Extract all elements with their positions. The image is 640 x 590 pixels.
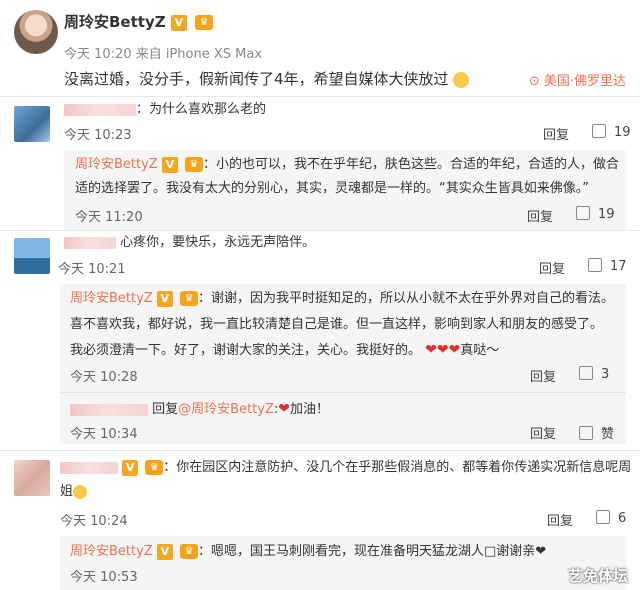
watermark: 艺免体坛 xyxy=(567,567,628,585)
reply-time: 今天 11:20 xyxy=(75,210,143,225)
author-name[interactable]: 周玲安BettyZ xyxy=(64,13,166,31)
reply-line: 周玲安BettyZ V ♛ ：谢谢，因为我平时挺知足的，所以从小就不太在乎外界对自… xyxy=(70,287,614,311)
member-crown-icon: ♛ xyxy=(185,157,203,172)
reply-text: ：谢谢，因为我平时挺知足的，所以从小就不太在乎外界对自己的看法。 xyxy=(198,291,615,306)
reply-prefix: 回复 xyxy=(152,402,179,417)
comment-text: ：为什么喜欢那么老的 xyxy=(136,102,267,117)
praise-button[interactable]: 赞 xyxy=(579,423,614,442)
post-author[interactable]: 周玲安BettyZ V ♛ xyxy=(64,11,214,32)
member-crown-icon: ♛ xyxy=(145,460,164,475)
comment-time: 今天 10:23 xyxy=(64,128,132,143)
reply-line: 周玲安BettyZ V ♛ ：小的也可以，我不在乎年纪，肤色这些。合适的年纪，合适… xyxy=(75,153,619,177)
verified-badge-icon: V xyxy=(156,543,173,560)
member-crown-icon: ♛ xyxy=(195,15,214,30)
thumbs-up-icon xyxy=(596,510,610,524)
reply-button[interactable]: 回复 xyxy=(530,423,556,442)
location-pin-icon: ⊙ xyxy=(528,74,540,89)
reply-text: 加油！ xyxy=(290,402,330,417)
verified-badge-icon: V xyxy=(122,459,139,476)
thumbs-up-icon xyxy=(592,124,606,138)
crying-emoji-icon xyxy=(453,71,470,88)
heart-icon: ❤ xyxy=(278,401,290,417)
comment-text-end: 姐 xyxy=(60,484,74,499)
like-count: 3 xyxy=(601,367,610,382)
reply-text-line3: 我必须澄清一下。好了，谢谢大家的关注，关心。我挺好的。 xyxy=(70,343,422,358)
thumbs-up-icon xyxy=(579,426,593,440)
author-avatar[interactable] xyxy=(14,10,58,54)
comment-text: ：你在园区内注意防护、没几个在乎那些假消息的、都等着你传递实况新信息呢周 xyxy=(163,460,632,475)
divider xyxy=(60,392,626,393)
divider xyxy=(0,96,640,97)
reply-text-cont: 适的选择罢了。我没有太大的分别心，其实，灵魂都是一样的。“其实众生皆具如来佛像。… xyxy=(75,181,589,196)
commenter-name[interactable] xyxy=(64,236,116,249)
reply-text-cont: 喜不喜欢我，都好说，我一直比较清楚自己是谁。但一直这样，影响到家人和朋友的感受了… xyxy=(70,317,604,332)
like-button[interactable]: 19 xyxy=(576,206,615,222)
commenter-avatar[interactable] xyxy=(14,460,50,496)
reply-time: 今天 10:53 xyxy=(70,570,138,585)
heart-icon: ❤❤❤ xyxy=(425,342,461,358)
reply-author-name[interactable]: 周玲安BettyZ xyxy=(70,544,153,559)
like-count: 17 xyxy=(610,259,627,274)
praise-label: 赞 xyxy=(601,427,615,442)
like-button[interactable]: 6 xyxy=(596,510,626,526)
member-crown-icon: ♛ xyxy=(180,544,198,559)
reply-text: ：嗯嗯，国王马刺刚看完，现在准备明天猛龙湖人□谢谢亲❤ xyxy=(198,544,547,559)
reply-button[interactable]: 回复 xyxy=(547,510,573,529)
nested-reply-line: 回复@周玲安BettyZ:❤加油！ xyxy=(70,397,329,422)
reply-line: 周玲安BettyZ V ♛ ：嗯嗯，国王马刺刚看完，现在准备明天猛龙湖人□谢谢亲❤ xyxy=(70,540,546,564)
like-button[interactable]: 17 xyxy=(588,258,627,274)
reply-button[interactable]: 回复 xyxy=(539,258,565,277)
reply-text-cont: 我必须澄清一下。好了，谢谢大家的关注，关心。我挺好的。 ❤❤❤真哒～ xyxy=(70,338,499,363)
commenter-name[interactable] xyxy=(60,461,118,474)
like-count: 19 xyxy=(614,125,631,140)
commenter-name[interactable] xyxy=(64,103,136,116)
like-button[interactable]: 3 xyxy=(579,366,609,382)
post-location[interactable]: ⊙ 美国·佛罗里达 xyxy=(529,70,626,89)
reply-text: ：小的也可以，我不在乎年纪，肤色这些。合适的年纪，合适的人，做合 xyxy=(203,157,620,172)
thumbs-up-icon xyxy=(576,206,590,220)
location-text[interactable]: 美国·佛罗里达 xyxy=(544,74,626,89)
comment-line: ：为什么喜欢那么老的 xyxy=(64,98,266,122)
like-count: 6 xyxy=(618,511,627,526)
reply-author-name[interactable]: 周玲安BettyZ xyxy=(70,291,153,306)
glasses-emoji-icon xyxy=(73,484,88,499)
like-button[interactable]: 19 xyxy=(592,124,631,140)
reply-time: 今天 10:28 xyxy=(70,370,138,385)
comment-time: 今天 10:21 xyxy=(58,262,126,277)
reply-text-end: 真哒～ xyxy=(460,343,500,358)
comment-time: 今天 10:24 xyxy=(60,514,128,529)
mention-link[interactable]: @周玲安BettyZ xyxy=(178,402,274,417)
commenter-avatar[interactable] xyxy=(14,106,50,142)
thumbs-up-icon xyxy=(579,366,593,380)
member-crown-icon: ♛ xyxy=(180,291,198,306)
reply-button[interactable]: 回复 xyxy=(543,124,569,143)
commenter-name[interactable] xyxy=(70,403,148,416)
reply-button[interactable]: 回复 xyxy=(530,366,556,385)
like-count: 19 xyxy=(598,207,615,222)
comment-line: 心疼你，要快乐，永远无声陪伴。 xyxy=(64,231,315,255)
reply-button[interactable]: 回复 xyxy=(527,206,553,225)
divider xyxy=(0,450,640,451)
commenter-avatar[interactable] xyxy=(14,238,50,274)
verified-badge-icon: V xyxy=(170,14,187,31)
post-body: 没离过婚，没分手，假新闻传了4年，希望自媒体大侠放过 xyxy=(64,70,449,88)
thumbs-up-icon xyxy=(588,258,602,272)
verified-badge-icon: V xyxy=(161,156,178,173)
comment-line: V ♛ ：你在园区内注意防护、没几个在乎那些假消息的、都等着你传递实况新信息呢周 xyxy=(60,456,631,480)
post-meta: 今天 10:20 来自 iPhone XS Max xyxy=(64,47,263,62)
comment-text: 心疼你，要快乐，永远无声陪伴。 xyxy=(120,235,316,250)
verified-badge-icon: V xyxy=(156,290,173,307)
post-text: 没离过婚，没分手，假新闻传了4年，希望自媒体大侠放过 xyxy=(64,68,470,89)
comment-text-cont: 姐 xyxy=(60,480,88,504)
reply-time: 今天 10:34 xyxy=(70,427,138,442)
reply-author-name[interactable]: 周玲安BettyZ xyxy=(75,157,158,172)
